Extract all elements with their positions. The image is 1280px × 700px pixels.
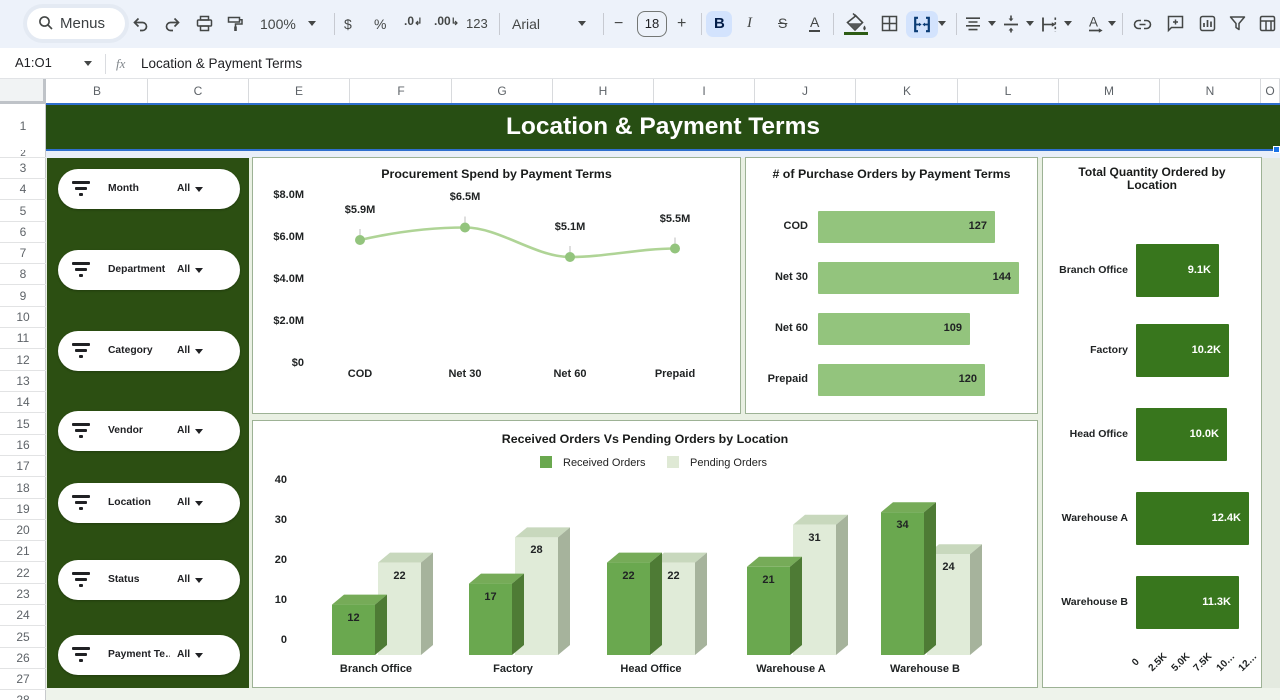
svg-text:fx: fx xyxy=(116,56,126,71)
svg-text:A: A xyxy=(1089,15,1098,30)
